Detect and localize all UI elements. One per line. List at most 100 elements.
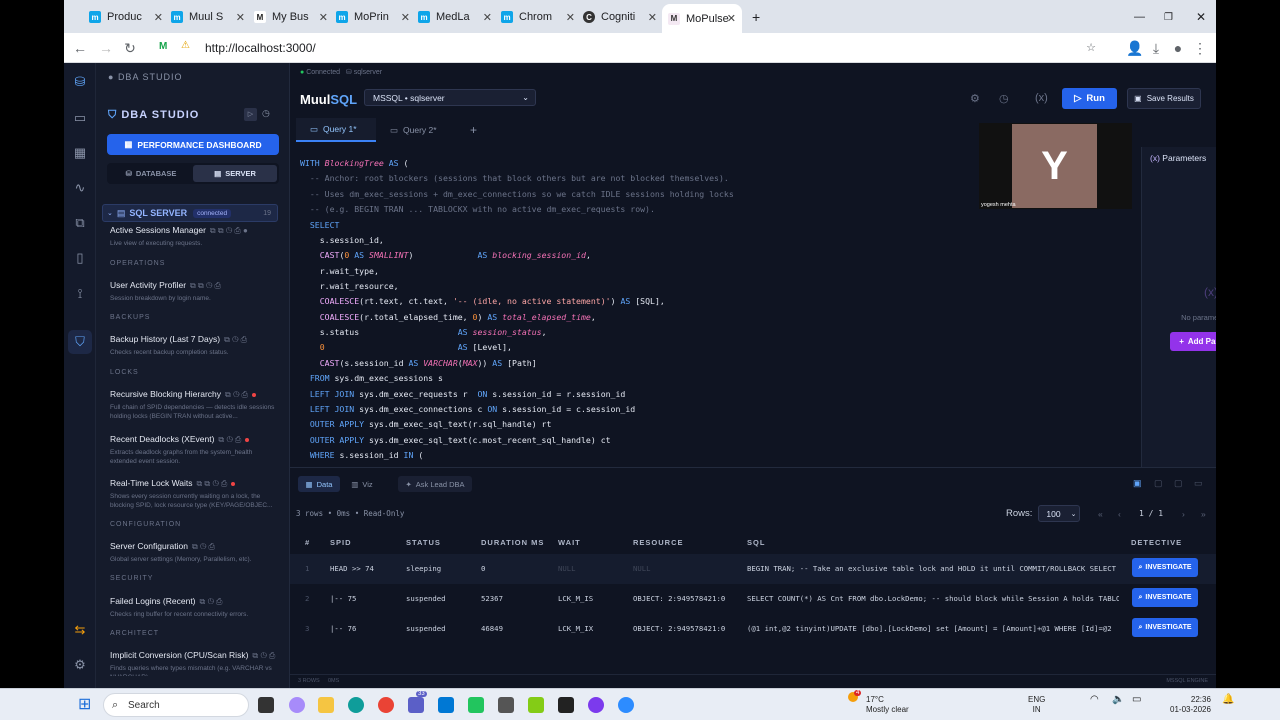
file-explorer-icon[interactable] <box>318 697 334 713</box>
sidebar-item-backup-history[interactable]: Backup History (Last 7 Days) ⧉ ◷ ⎙ Checks … <box>110 334 280 357</box>
settings-icon[interactable]: ⚙ <box>72 657 88 673</box>
chrome-icon[interactable] <box>378 697 394 713</box>
browser-tab-2[interactable]: m Muul S ✕ <box>171 6 245 28</box>
maximize-icon[interactable]: ❐ <box>1164 6 1173 28</box>
back-icon[interactable]: ← <box>72 40 88 56</box>
play-icon[interactable]: ▷ <box>244 108 257 121</box>
tool-icon[interactable] <box>528 697 544 713</box>
variable-icon[interactable]: (x) <box>1035 92 1048 104</box>
sidebar-item-user-activity[interactable]: User Activity Profiler ⧉ ⧉ ◷ ⎙ Session bre… <box>110 280 280 303</box>
tab-query-2[interactable]: ▭ Query 2* <box>376 118 456 142</box>
action-icons[interactable]: ⧉ ◷ ⎙ <box>252 651 275 660</box>
github-desktop-icon[interactable] <box>588 697 604 713</box>
sidebar-item-recursive-blocking[interactable]: Recursive Blocking Hierarchy ⧉ ◷ ⎙ Full ch… <box>110 389 280 421</box>
action-icons[interactable]: ⧉ ⧉ ◷ ⎙ ● <box>210 226 248 235</box>
seg-database[interactable]: ⛁ DATABASE <box>109 165 193 182</box>
terminal-icon[interactable] <box>558 697 574 713</box>
edge-icon[interactable] <box>348 697 364 713</box>
browser-tab-1[interactable]: m Produc ✕ <box>89 6 163 28</box>
action-icons[interactable]: ⧉ ⧉ ◷ ⎙ <box>190 281 221 290</box>
last-page-icon[interactable]: » <box>1201 509 1206 519</box>
browser-tab-3[interactable]: M My Bus ✕ <box>254 6 328 28</box>
action-icons[interactable]: ⧉ ◷ ⎙ <box>225 390 248 399</box>
close-icon[interactable]: ✕ <box>236 11 245 24</box>
table-row[interactable]: 2 |-- 75 suspended 52367 LCK_M_IS OBJECT… <box>290 584 1216 614</box>
chart-icon[interactable]: ⟟ <box>72 286 88 302</box>
prev-page-icon[interactable]: ‹ <box>1118 509 1121 519</box>
close-icon[interactable]: ✕ <box>319 11 328 24</box>
forward-icon[interactable]: → <box>98 40 114 56</box>
code-editor[interactable]: WITH BlockingTree AS ( -- Anchor: root b… <box>290 143 1070 465</box>
sql-server-group[interactable]: ⌄ ▤ SQL SERVER connected 19 <box>102 204 278 222</box>
zoom-icon[interactable] <box>618 697 634 713</box>
history-icon[interactable]: ◷ <box>262 108 270 119</box>
seg-server[interactable]: ▤ SERVER <box>193 165 277 182</box>
close-icon[interactable]: ✕ <box>727 12 736 25</box>
close-icon[interactable]: ✕ <box>154 11 163 24</box>
investigate-button[interactable]: ⌕ INVESTIGATE <box>1132 558 1198 577</box>
sidebar-item-server-config[interactable]: Server Configuration ⧉ ◷ ⎙ Global server s… <box>110 541 280 564</box>
action-icons[interactable]: ⧉ ◷ ⎙ <box>224 335 247 344</box>
download-icon[interactable]: ⤓ <box>1148 40 1164 57</box>
performance-dashboard-button[interactable]: ▦ PERFORMANCE DASHBOARD <box>107 134 279 155</box>
copilot-icon[interactable] <box>289 697 305 713</box>
new-tab-icon[interactable]: + <box>752 6 766 28</box>
database-select[interactable]: MSSQL • sqlserver ⌄ <box>364 89 536 106</box>
add-parameter-button[interactable]: +Add Parameter <box>1170 332 1216 351</box>
table-row[interactable]: 3 |-- 76 suspended 46849 LCK_M_IX OBJECT… <box>290 614 1216 644</box>
investigate-button[interactable]: ⌕ INVESTIGATE <box>1132 618 1198 637</box>
close-icon[interactable]: ✕ <box>566 11 575 24</box>
add-tab-icon[interactable]: + <box>456 118 486 142</box>
database-icon[interactable]: ⛁ <box>72 74 88 90</box>
notification-bell-icon[interactable]: 🔔 <box>1222 695 1234 705</box>
run-button[interactable]: ▷ Run <box>1062 88 1117 109</box>
weather-icon[interactable]: 4 <box>848 690 864 708</box>
rows-select[interactable]: 100 ⌄ <box>1038 505 1081 522</box>
action-icons[interactable]: ⧉ ◷ ⎙ <box>192 542 215 551</box>
vscode-icon[interactable] <box>438 697 454 713</box>
layout-bottom-icon[interactable]: ▣ <box>1133 478 1142 489</box>
task-view-icon[interactable] <box>258 697 274 713</box>
activity-icon[interactable]: ∿ <box>72 180 88 196</box>
clock[interactable]: 22:36 01-03-2026 <box>1170 695 1211 715</box>
book-icon[interactable]: ▯ <box>72 250 88 266</box>
language-indicator[interactable]: ENG IN <box>1028 695 1045 715</box>
url-text[interactable]: http://localhost:3000/ <box>205 41 316 55</box>
browser-tab-4[interactable]: m MoPrin ✕ <box>336 6 410 28</box>
sidebar-item-failed-logins[interactable]: Failed Logins (Recent) ⧉ ◷ ⎙ Checks ring b… <box>110 596 280 619</box>
warning-icon[interactable]: ⚠ <box>181 40 190 51</box>
ask-lead-dba-button[interactable]: ✦ Ask Lead DBA <box>398 476 472 492</box>
swap-icon[interactable]: ⇆ <box>72 622 88 638</box>
url-box[interactable]: M ⚠ http://localhost:3000/ ☆ <box>149 36 1104 60</box>
layout-split-icon[interactable]: ▢ <box>1154 478 1163 489</box>
sidebar-item-lock-waits[interactable]: Real-Time Lock Waits ⧉ ⧉ ◷ ⎙ Shows every s… <box>110 478 280 510</box>
action-icons[interactable]: ⧉ ◷ ⎙ <box>200 597 223 606</box>
sidebar-item-implicit-conversion[interactable]: Implicit Conversion (CPU/Scan Risk) ⧉ ◷ ⎙… <box>110 650 280 676</box>
sidebar-item-recent-deadlocks[interactable]: Recent Deadlocks (XEvent) ⧉ ◷ ⎙ Extracts d… <box>110 434 280 466</box>
next-page-icon[interactable]: › <box>1182 509 1185 519</box>
app-icon[interactable] <box>498 697 514 713</box>
search-input[interactable]: ⌕ Search <box>103 693 249 717</box>
volume-icon[interactable]: 🔈 <box>1112 695 1124 705</box>
grid-icon[interactable]: ▦ <box>72 145 88 161</box>
teams-icon[interactable]: 33 <box>408 691 427 713</box>
battery-icon[interactable]: ▭ <box>1132 695 1141 705</box>
magic-format-icon[interactable]: ⚙ <box>970 92 980 105</box>
close-icon[interactable]: ✕ <box>401 11 410 24</box>
first-page-icon[interactable]: « <box>1098 509 1103 519</box>
browser-tab-active[interactable]: M MoPulse ✕ <box>662 4 742 33</box>
bookmark-star-icon[interactable]: ☆ <box>1086 41 1096 54</box>
tab-query-1[interactable]: ▭ Query 1* <box>296 118 376 142</box>
profile-icon[interactable]: 👤 <box>1126 40 1143 57</box>
investigate-button[interactable]: ⌕ INVESTIGATE <box>1132 588 1198 607</box>
browser-tab-6[interactable]: m Chrom ✕ <box>501 6 575 28</box>
browser-tab-7[interactable]: C Cogniti ✕ <box>583 6 657 28</box>
history-icon[interactable]: ◷ <box>999 92 1009 105</box>
tab-viz[interactable]: ▥ Viz <box>344 476 380 492</box>
wifi-icon[interactable]: ◠ <box>1090 695 1099 705</box>
menu-icon[interactable]: ⋮ <box>1192 40 1208 57</box>
network-icon[interactable]: ⧉ <box>72 215 88 231</box>
sidebar-item-active-sessions[interactable]: Active Sessions Manager ⧉ ⧉ ◷ ⎙ ● Live vie… <box>110 225 280 248</box>
shield-icon[interactable]: ⛉ <box>68 330 92 354</box>
browser-tab-5[interactable]: m MedLa ✕ <box>418 6 492 28</box>
